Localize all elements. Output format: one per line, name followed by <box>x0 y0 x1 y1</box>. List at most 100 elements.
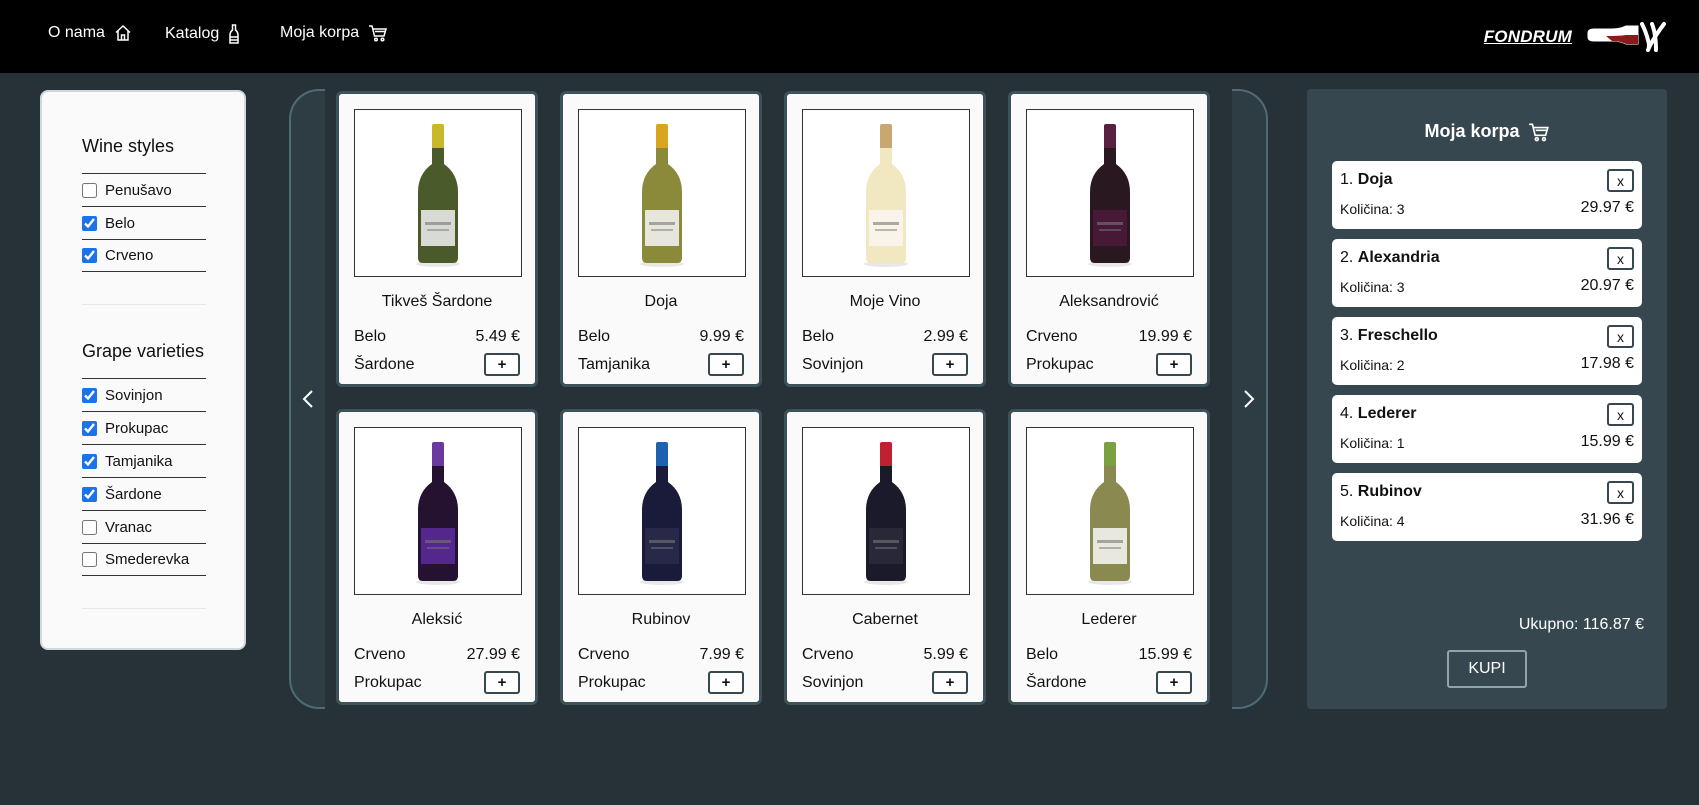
cart-item-price: 15.99 € <box>1580 433 1634 450</box>
product-card[interactable]: Aleksić Crveno 27.99 € Prokupac + <box>336 409 538 705</box>
filter-option-label: Vranac <box>105 518 152 536</box>
wine-bottle-image <box>864 124 908 267</box>
filter-checkbox[interactable] <box>82 552 97 567</box>
cart-item-price: 29.97 € <box>1580 199 1634 216</box>
buy-button[interactable]: KUPI <box>1447 650 1527 688</box>
cart-item-index: 4. <box>1340 405 1354 422</box>
add-to-cart-button[interactable]: + <box>708 671 744 694</box>
filter-checkbox[interactable] <box>82 248 97 263</box>
filter-checkbox[interactable] <box>82 215 97 231</box>
filter-option-label: Tamjanika <box>105 452 173 470</box>
carousel-next-button[interactable] <box>1232 89 1268 709</box>
filter-option[interactable]: Šardone <box>82 477 206 510</box>
product-grape: Prokupac <box>578 674 646 691</box>
product-grape: Sovinjon <box>802 674 864 691</box>
product-card[interactable]: Aleksandrović Crveno 19.99 € Prokupac + <box>1008 91 1210 387</box>
filter-option[interactable]: Vranac <box>82 510 206 543</box>
product-style: Belo <box>1026 646 1059 663</box>
cart-icon <box>369 25 388 42</box>
filter-option[interactable]: Belo <box>82 206 206 239</box>
product-card[interactable]: Lederer Belo 15.99 € Šardone + <box>1008 409 1210 705</box>
cart-panel: Moja korpa 1. Doja x Količina: 3 29.97 € 2. … <box>1307 89 1667 709</box>
add-to-cart-button[interactable]: + <box>932 353 968 376</box>
cart-item-title: 2. Alexandria <box>1340 249 1440 267</box>
wine-bottle-image <box>1088 124 1132 267</box>
nav-catalog[interactable]: Katalog <box>165 24 240 44</box>
filter-checkbox[interactable] <box>82 182 97 198</box>
nav-cart[interactable]: Moja korpa <box>280 24 388 42</box>
grape-varieties-title: Grape varieties <box>82 341 205 361</box>
product-image <box>802 427 970 595</box>
cart-item-quantity: Količina: 1 <box>1340 435 1405 451</box>
product-card[interactable]: Moje Vino Belo 2.99 € Sovinjon + <box>784 91 986 387</box>
cart-item-title: 3. Freschello <box>1340 327 1438 345</box>
product-style: Belo <box>802 328 835 345</box>
remove-item-button[interactable]: x <box>1607 325 1634 348</box>
cart-item-price: 31.96 € <box>1580 511 1634 528</box>
product-name: Aleksić <box>411 611 463 628</box>
product-card[interactable]: Cabernet Crveno 5.99 € Sovinjon + <box>784 409 986 705</box>
add-to-cart-button[interactable]: + <box>484 353 520 376</box>
carousel-prev-button[interactable] <box>289 89 325 709</box>
cart-title: Moja korpa <box>1307 121 1667 142</box>
product-grape: Šardone <box>354 356 415 373</box>
product-grape: Sovinjon <box>802 356 864 373</box>
wine-bottle-image <box>640 124 684 267</box>
cart-item-title: 5. Rubinov <box>1340 483 1422 501</box>
brand-logo[interactable]: FONDRUM <box>1484 20 1668 54</box>
remove-item-button[interactable]: x <box>1607 481 1634 504</box>
product-card[interactable]: Tikveš Šardone Belo 5.49 € Šardone + <box>336 91 538 387</box>
cart-item-index: 3. <box>1340 327 1354 344</box>
filter-checkbox[interactable] <box>82 420 97 436</box>
filter-option-label: Prokupac <box>105 419 169 437</box>
wine-bottle-image <box>416 124 460 267</box>
nav-about[interactable]: O nama <box>48 24 132 42</box>
add-to-cart-button[interactable]: + <box>1156 671 1192 694</box>
add-to-cart-button[interactable]: + <box>1156 353 1192 376</box>
add-to-cart-button[interactable]: + <box>484 671 520 694</box>
product-image <box>802 109 970 277</box>
remove-item-button[interactable]: x <box>1607 169 1634 192</box>
product-style: Crveno <box>354 646 406 663</box>
cart-item-quantity: Količina: 3 <box>1340 201 1405 217</box>
product-name: Lederer <box>1081 611 1137 628</box>
filter-option[interactable]: Penušavo <box>82 173 206 206</box>
product-price: 5.99 € <box>923 646 968 663</box>
bottle-icon <box>229 24 240 44</box>
wine-bottle-logo-icon <box>1587 22 1666 52</box>
cart-item-price: 17.98 € <box>1580 355 1634 372</box>
cart-item-index: 5. <box>1340 483 1354 500</box>
product-card[interactable]: Rubinov Crveno 7.99 € Prokupac + <box>560 409 762 705</box>
filter-option[interactable]: Tamjanika <box>82 444 206 477</box>
product-name: Aleksandrović <box>1059 293 1159 310</box>
filter-option[interactable]: Sovinjon <box>82 378 206 411</box>
wine-bottle-image <box>416 442 460 585</box>
filter-checkbox[interactable] <box>82 486 97 502</box>
chevron-left-icon <box>302 390 313 408</box>
product-style: Crveno <box>802 646 854 663</box>
cart-item-name: Doja <box>1357 171 1393 188</box>
add-to-cart-button[interactable]: + <box>708 353 744 376</box>
add-to-cart-button[interactable]: + <box>932 671 968 694</box>
filter-checkbox[interactable] <box>82 519 97 535</box>
filter-option-label: Belo <box>105 214 136 232</box>
remove-item-button[interactable]: x <box>1607 403 1634 426</box>
grape-varieties-filter: Grape varieties Sovinjon Prokupac Tamjanik… <box>82 341 206 576</box>
cart-item-name: Freschello <box>1357 327 1438 344</box>
product-style: Belo <box>354 328 387 345</box>
filter-divider <box>82 304 206 305</box>
filter-option[interactable]: Crveno <box>82 239 206 272</box>
filter-option-label: Šardone <box>105 485 162 503</box>
product-image <box>1026 109 1194 277</box>
filter-checkbox[interactable] <box>82 453 97 469</box>
product-image <box>578 427 746 595</box>
cart-item: 3. Freschello x Količina: 2 17.98 € <box>1332 317 1642 385</box>
remove-item-button[interactable]: x <box>1607 247 1634 270</box>
filter-option-label: Penušavo <box>105 181 172 199</box>
product-card[interactable]: Doja Belo 9.99 € Tamjanika + <box>560 91 762 387</box>
product-price: 9.99 € <box>699 328 744 345</box>
product-grape: Tamjanika <box>578 356 651 373</box>
filter-option[interactable]: Smederevka <box>82 543 206 576</box>
filter-checkbox[interactable] <box>82 387 97 403</box>
filter-option[interactable]: Prokupac <box>82 411 206 444</box>
